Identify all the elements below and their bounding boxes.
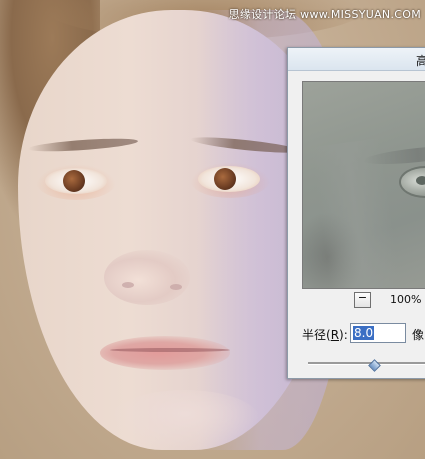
left-nostril [122,282,134,288]
mouth [100,336,230,370]
left-iris [63,170,85,192]
zoom-controls: − 100% [288,292,425,310]
preview-pupil [416,176,425,185]
left-eye [45,168,107,194]
right-eye [198,166,260,192]
radius-unit: 像 [412,328,425,342]
zoom-level: 100% [390,293,422,306]
radius-label-accel: R [330,328,340,342]
right-iris [214,168,236,190]
slider-track [308,362,425,365]
zoom-out-button[interactable]: − [354,292,371,308]
radius-slider[interactable] [308,358,425,372]
radius-input[interactable]: 8.0 [350,323,406,343]
filter-preview[interactable] [302,81,425,289]
radius-label: 半径(R): [302,326,348,343]
dialog-titlebar[interactable]: 高 [288,48,425,71]
radius-value: 8.0 [353,326,375,340]
dialog-title: 高 [416,54,425,68]
radius-row: 半径(R): 8.0 像 [288,322,425,346]
lip-line [110,348,230,352]
chin [110,390,260,450]
radius-label-prefix: 半径( [302,328,331,342]
right-nostril [170,284,182,290]
high-pass-dialog: 高 − 100% 半径(R): 8.0 像 [287,47,425,379]
watermark: 思缘设计论坛 www.MISSYUAN.COM [228,8,421,21]
nose [104,250,190,305]
radius-label-suffix: ): [339,328,348,342]
